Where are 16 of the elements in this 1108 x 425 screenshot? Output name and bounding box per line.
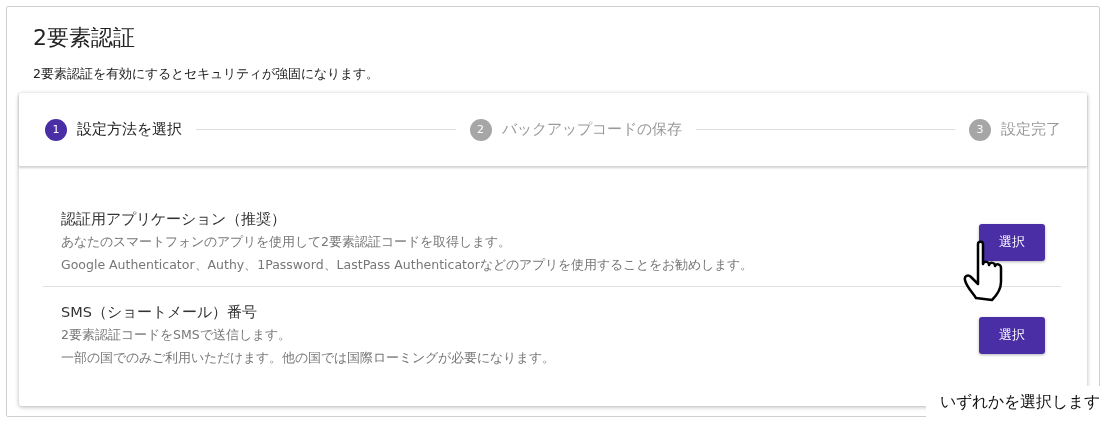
step-number: 2 bbox=[469, 118, 492, 141]
step-number: 3 bbox=[969, 118, 991, 141]
page-subtitle: 2要素認証を有効にするとセキュリティが強固になります。 bbox=[33, 65, 380, 83]
option-description: あなたのスマートフォンのアプリを使用して2要素認証コードを取得します。 bbox=[61, 233, 512, 251]
select-button[interactable]: 選択 bbox=[979, 316, 1045, 354]
step-label: バックアップコードの保存 bbox=[501, 120, 682, 139]
option-title: 認証用アプリケーション（推奨） bbox=[61, 210, 287, 229]
option-description: 2要素認証コードをSMSで送信します。 bbox=[61, 326, 292, 344]
option-title: SMS（ショートメール）番号 bbox=[61, 303, 258, 322]
step-label: 設定完了 bbox=[1001, 120, 1061, 139]
select-button[interactable]: 選択 bbox=[979, 223, 1045, 261]
page-title: 2要素認証 bbox=[33, 24, 136, 52]
step-number: 1 bbox=[45, 118, 67, 141]
option-description: Google Authenticator、Authy、1Password、LastPass Authenticatorなどのアプリを使用することをお勧めします。 bbox=[61, 256, 754, 274]
step-label: 設定方法を選択 bbox=[77, 120, 182, 139]
option-description: 一部の国でのみご利用いただけます。他の国では国際ローミングが必要になります。 bbox=[61, 349, 556, 367]
